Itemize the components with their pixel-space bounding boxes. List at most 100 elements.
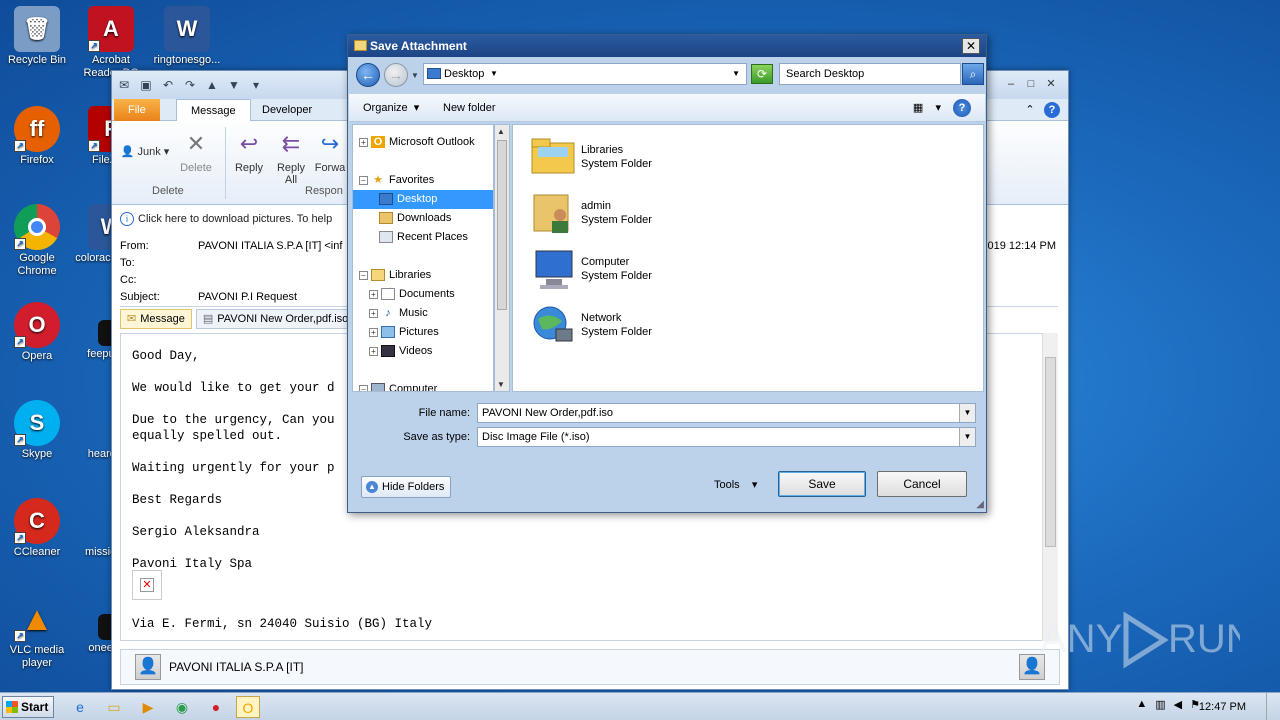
- new-folder-button[interactable]: New folder: [443, 94, 496, 122]
- tree-item-outlook[interactable]: + O Microsoft Outlook: [359, 133, 481, 152]
- desktop-icon-skype[interactable]: S ↗ Skype: [0, 400, 74, 461]
- desktop-icon-vlc[interactable]: ▲ ↗ VLC media player: [0, 596, 74, 670]
- taskbar-explorer-icon[interactable]: ▭: [102, 696, 126, 718]
- history-dropdown-icon[interactable]: ▼: [411, 71, 419, 80]
- desktop-icon-ringtones[interactable]: W ringtonesgo...: [150, 6, 224, 67]
- address-bar[interactable]: Desktop ▼ ▼: [423, 63, 747, 85]
- cancel-button[interactable]: Cancel: [877, 471, 967, 497]
- forward-button[interactable]: →: [384, 63, 408, 87]
- collapse-icon[interactable]: −: [359, 270, 368, 280]
- people-name[interactable]: PAVONI ITALIA S.P.A [IT]: [169, 660, 304, 674]
- firefox-icon: ff ↗: [14, 106, 60, 152]
- desktop-icon-recycle-bin[interactable]: 🗑 Recycle Bin: [0, 6, 74, 67]
- back-button[interactable]: ←: [356, 63, 380, 87]
- body-scrollbar[interactable]: [1042, 333, 1058, 641]
- hide-folders-button[interactable]: ▲ Hide Folders: [361, 476, 452, 498]
- computer-icon: [529, 245, 577, 293]
- tab-developer[interactable]: Developer: [248, 99, 326, 121]
- close-icon[interactable]: ✕: [962, 38, 980, 54]
- show-desktop-button[interactable]: [1266, 693, 1280, 720]
- desktop-icon: [379, 193, 393, 206]
- maximize-icon[interactable]: □: [1024, 77, 1038, 91]
- dialog-titlebar: Save Attachment ✕: [348, 35, 986, 57]
- undo-icon[interactable]: ↶: [160, 77, 176, 93]
- redo-icon[interactable]: ↷: [182, 77, 198, 93]
- tree-item-libraries[interactable]: − Libraries: [359, 266, 437, 285]
- from-row: From: PAVONI ITALIA S.P.A [IT] <inf: [120, 240, 343, 252]
- close-icon[interactable]: ✕: [1044, 77, 1058, 91]
- from-value[interactable]: PAVONI ITALIA S.P.A [IT] <inf: [198, 240, 342, 252]
- up-arrow-icon[interactable]: ▲: [204, 77, 220, 93]
- search-input[interactable]: Search Desktop: [779, 63, 961, 85]
- help-icon[interactable]: ?: [953, 99, 971, 117]
- taskbar-media-player-icon[interactable]: ▶: [136, 696, 160, 718]
- taskbar-opera-icon[interactable]: ●: [204, 696, 228, 718]
- attachment-chip[interactable]: ▤ PAVONI New Order,pdf.iso: [195, 309, 356, 329]
- tree-scrollbar[interactable]: ▲ ▼: [494, 124, 510, 392]
- speaker-icon[interactable]: ◀: [1174, 698, 1182, 711]
- clock[interactable]: 12:47 PM: [1199, 701, 1246, 713]
- minimize-icon[interactable]: –: [1004, 77, 1018, 91]
- tab-message[interactable]: Message: [176, 99, 251, 121]
- body-line: Waiting urgently for your p: [132, 461, 335, 475]
- start-button[interactable]: Start: [2, 696, 54, 718]
- tree-item-desktop[interactable]: Desktop: [353, 190, 493, 209]
- chevron-down-icon[interactable]: ▼: [959, 404, 975, 422]
- message-tab-chip[interactable]: ✉ Message: [120, 309, 192, 329]
- tree-item-documents[interactable]: + Documents: [369, 285, 461, 304]
- save-button[interactable]: Save: [778, 471, 866, 497]
- junk-button[interactable]: 👤 Junk ▾: [120, 145, 170, 158]
- reply-button[interactable]: ↩ Reply: [228, 129, 270, 174]
- down-arrow-icon[interactable]: ▼: [226, 77, 242, 93]
- tab-file[interactable]: File: [114, 99, 160, 121]
- scroll-down-icon[interactable]: ▼: [497, 380, 505, 389]
- collapse-ribbon-icon[interactable]: ⌃: [1022, 102, 1038, 118]
- desktop-icon-acrobat[interactable]: A↗ Acrobat Reader DC: [74, 6, 148, 80]
- tree-item-downloads[interactable]: Downloads: [379, 209, 457, 228]
- resize-grip-icon[interactable]: ◢: [976, 499, 984, 510]
- scrollbar-thumb[interactable]: [497, 140, 507, 310]
- help-icon[interactable]: ?: [1044, 102, 1060, 118]
- tree-item-music[interactable]: + ♪ Music: [369, 304, 434, 323]
- save-icon[interactable]: ▣: [138, 77, 154, 93]
- tree-item-recent[interactable]: Recent Places: [379, 228, 474, 247]
- taskbar-chrome-icon[interactable]: ◉: [170, 696, 194, 718]
- organize-button[interactable]: Organize ▾: [363, 94, 419, 122]
- chevron-down-icon[interactable]: ▼: [959, 428, 975, 446]
- taskbar-ie-icon[interactable]: e: [68, 696, 92, 718]
- desktop-icon-opera[interactable]: O ↗ Opera: [0, 302, 74, 363]
- taskbar-outlook-icon[interactable]: O: [236, 696, 260, 718]
- tree-item-pictures[interactable]: + Pictures: [369, 323, 445, 342]
- expand-icon[interactable]: +: [369, 327, 378, 337]
- tray-expand-icon[interactable]: ▲: [1136, 698, 1147, 711]
- search-icon[interactable]: ⌕: [962, 63, 984, 85]
- expand-icon[interactable]: +: [369, 346, 378, 356]
- expand-icon[interactable]: +: [369, 308, 378, 318]
- save-as-type-select[interactable]: Disc Image File (*.iso) ▼: [477, 427, 976, 447]
- delete-button[interactable]: ✕ Delete: [176, 129, 216, 174]
- refresh-button[interactable]: ⟳: [751, 64, 773, 84]
- tree-item-videos[interactable]: + Videos: [369, 342, 438, 361]
- scrollbar-thumb[interactable]: [1045, 357, 1056, 547]
- scroll-up-icon[interactable]: ▲: [497, 127, 505, 136]
- change-view-button[interactable]: ▦ ▾: [913, 101, 941, 114]
- tree-item-computer[interactable]: − Computer: [359, 380, 443, 391]
- computer-icon: [371, 383, 385, 391]
- file-name-field[interactable]: PAVONI New Order,pdf.iso ▼: [477, 403, 976, 423]
- desktop-icon-ccleaner[interactable]: C ↗ CCleaner: [0, 498, 74, 559]
- expand-icon[interactable]: +: [359, 137, 368, 147]
- expand-icon[interactable]: +: [369, 289, 378, 299]
- chevron-down-icon[interactable]: ▼: [732, 64, 740, 84]
- breadcrumb-arrow-icon[interactable]: ▼: [490, 64, 498, 84]
- desktop-icon-chrome[interactable]: ↗ Google Chrome: [0, 204, 74, 278]
- reply-all-button[interactable]: ⇇ Reply All: [270, 129, 312, 186]
- customize-toolbar-icon[interactable]: ▾: [248, 77, 264, 93]
- tools-button[interactable]: Tools ▾: [714, 478, 757, 491]
- forward-button[interactable]: ↪ Forwa: [312, 129, 348, 174]
- desktop-icon-firefox[interactable]: ff ↗ Firefox: [0, 106, 74, 167]
- collapse-icon[interactable]: −: [359, 175, 368, 185]
- tree-item-favorites[interactable]: − ★ Favorites: [359, 171, 440, 190]
- collapse-icon[interactable]: −: [359, 384, 368, 391]
- network-tray-icon[interactable]: ▥: [1155, 698, 1165, 711]
- navigation-bar: ← → ▼ Desktop ▼ ▼ ⟳ Search Desktop ⌕: [353, 62, 984, 88]
